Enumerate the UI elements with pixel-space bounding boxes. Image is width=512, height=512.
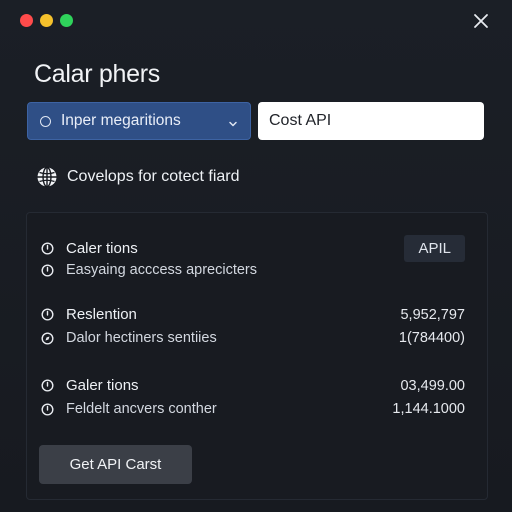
row-label: Feldelt ancvers conther xyxy=(66,401,217,417)
row-label: Dalor hectiners sentiies xyxy=(66,330,217,346)
select-label: Inper megaritions xyxy=(61,112,181,129)
window-maximize-dot[interactable] xyxy=(60,14,73,27)
info-row: Covelops for cotect fiard xyxy=(36,166,240,188)
row-label: Caler tions xyxy=(66,240,138,257)
row-label: Galer tions xyxy=(66,377,139,394)
page-title: Calar phers xyxy=(34,60,160,88)
list-item: Reslention 5,952,797 xyxy=(41,306,465,323)
clock-icon xyxy=(41,263,54,277)
clock-icon xyxy=(41,242,54,255)
list-item: Caler tions APIL xyxy=(41,235,465,262)
list-item: Easyaing acccess aprecicters xyxy=(41,262,465,278)
info-text: Covelops for cotect fiard xyxy=(67,168,240,185)
clock-icon xyxy=(41,379,54,392)
row-value: 1(784400) xyxy=(398,330,465,346)
clock-icon xyxy=(41,402,54,416)
option-select[interactable]: Inper megaritions xyxy=(27,102,251,140)
list-item: Galer tions 03,499.00 xyxy=(41,377,465,394)
list-item: Feldelt ancvers conther 1,144.1000 xyxy=(41,401,465,417)
get-api-button[interactable]: Get API Carst xyxy=(39,445,192,484)
row-value: 5,952,797 xyxy=(400,306,465,323)
globe-icon xyxy=(36,166,58,188)
app-window: Calar phers Inper megaritions Covelops f… xyxy=(0,0,512,512)
row-label: Reslention xyxy=(66,306,137,323)
api-badge[interactable]: APIL xyxy=(404,235,465,262)
radio-icon xyxy=(40,115,51,127)
row-value: 1,144.1000 xyxy=(392,401,465,417)
details-panel: Caler tions APIL Easyaing acccess apreci… xyxy=(26,212,488,500)
window-minimize-dot[interactable] xyxy=(40,14,53,27)
window-controls xyxy=(20,14,73,27)
list-item: Dalor hectiners sentiies 1(784400) xyxy=(41,330,465,346)
chevron-down-icon xyxy=(228,116,238,127)
window-close-dot[interactable] xyxy=(20,14,33,27)
close-icon[interactable] xyxy=(472,12,490,30)
clock-icon xyxy=(41,308,54,321)
row-value: 03,499.00 xyxy=(400,377,465,394)
row-label: Easyaing acccess aprecicters xyxy=(66,262,257,278)
compass-icon xyxy=(41,331,54,345)
api-input[interactable] xyxy=(258,102,484,140)
